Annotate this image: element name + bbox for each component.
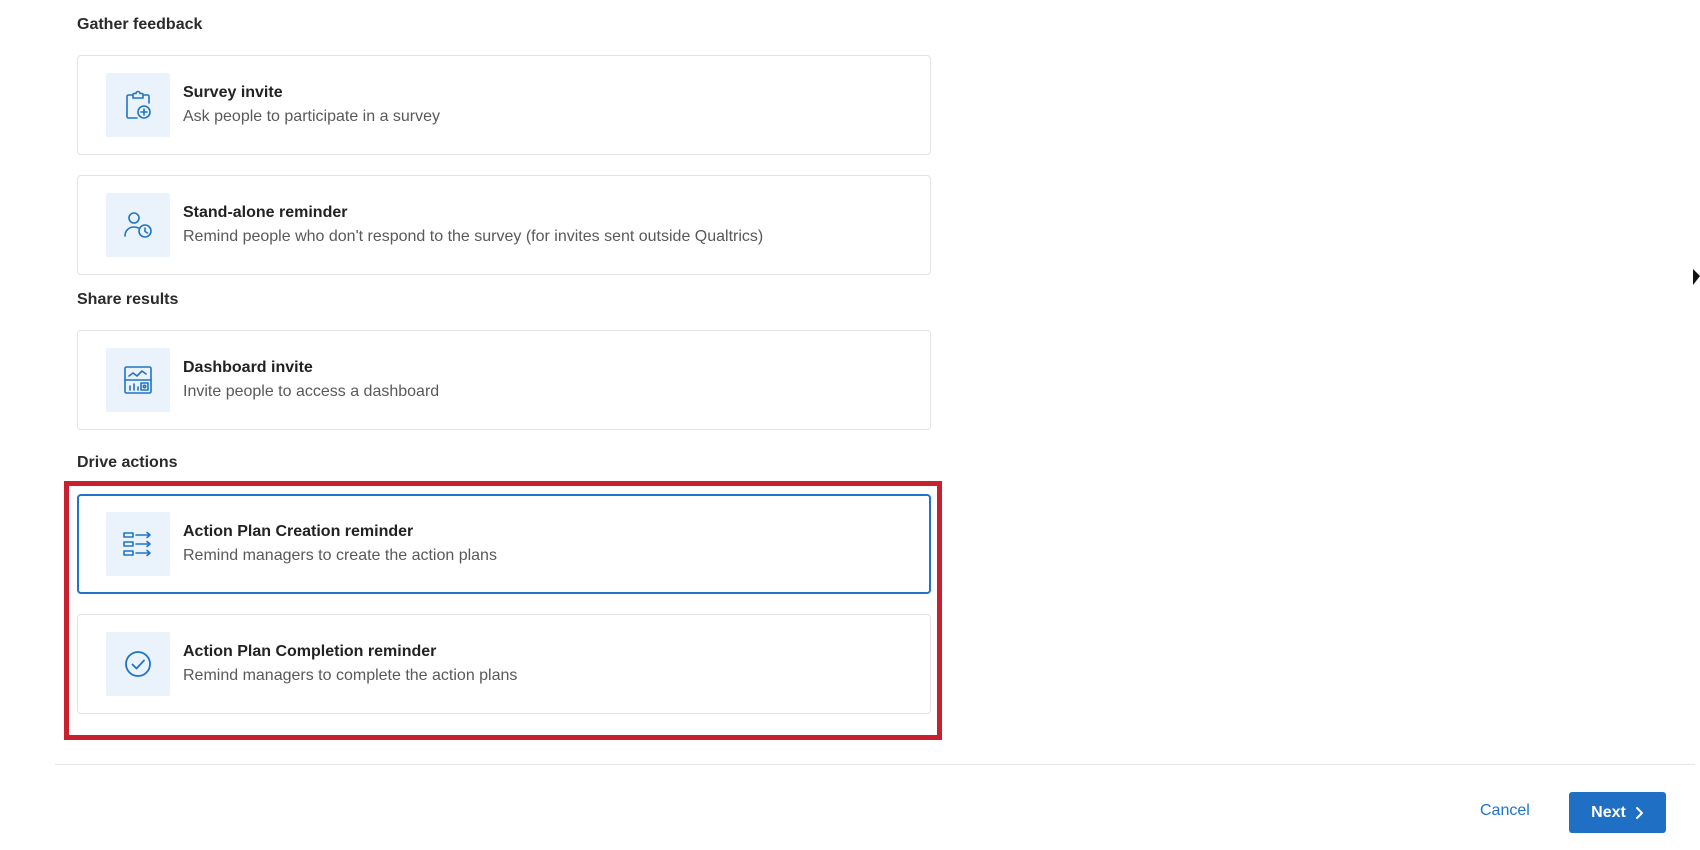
footer-divider <box>55 764 1695 765</box>
section-title-share-results: Share results <box>77 291 179 308</box>
dashboard-invite-card[interactable]: Dashboard invite Invite people to access… <box>77 330 931 430</box>
check-circle-icon <box>106 632 170 696</box>
dashboard-invite-title: Dashboard invite <box>183 359 313 376</box>
standalone-reminder-card[interactable]: Stand-alone reminder Remind people who d… <box>77 175 931 275</box>
standalone-reminder-title: Stand-alone reminder <box>183 204 348 221</box>
action-plan-creation-description: Remind managers to create the action pla… <box>183 547 497 564</box>
person-clock-icon <box>106 193 170 257</box>
chevron-right-icon <box>1635 806 1643 819</box>
action-plan-completion-description: Remind managers to complete the action p… <box>183 667 518 684</box>
dashboard-invite-description: Invite people to access a dashboard <box>183 383 440 400</box>
dashboard-icon <box>106 348 170 412</box>
clipboard-add-icon <box>106 73 170 137</box>
next-button-label: Next <box>1591 803 1626 821</box>
survey-invite-description: Ask people to participate in a survey <box>183 108 441 125</box>
cancel-button[interactable]: Cancel <box>1480 802 1530 820</box>
mouse-cursor-icon <box>1693 269 1700 285</box>
survey-invite-card[interactable]: Survey invite Ask people to participate … <box>77 55 931 155</box>
action-plan-completion-card[interactable]: Action Plan Completion reminder Remind m… <box>77 614 931 714</box>
action-plan-creation-card[interactable]: Action Plan Creation reminder Remind man… <box>77 494 931 594</box>
standalone-reminder-description: Remind people who don't respond to the s… <box>183 228 764 245</box>
list-arrows-icon <box>106 512 170 576</box>
survey-invite-title: Survey invite <box>183 84 283 101</box>
section-title-gather-feedback: Gather feedback <box>77 16 203 33</box>
section-title-drive-actions: Drive actions <box>77 454 178 471</box>
next-button[interactable]: Next <box>1569 792 1666 833</box>
action-plan-completion-title: Action Plan Completion reminder <box>183 643 437 660</box>
action-plan-creation-title: Action Plan Creation reminder <box>183 523 414 540</box>
